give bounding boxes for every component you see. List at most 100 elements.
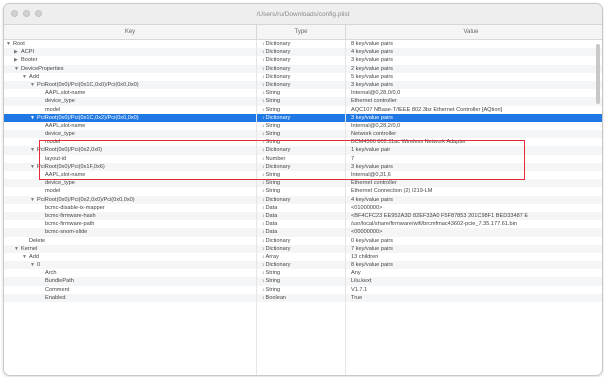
outline-row[interactable]: ▼ Add ↕ Dictionary 5 key/value pairs [4, 73, 602, 81]
outline-row[interactable]: AAPL,slot-name ↕ String Internal@0,28,2/0,… [4, 122, 602, 130]
disclosure-expanded-icon[interactable]: ▼ [14, 245, 21, 253]
row-value-cell[interactable]: <01000000> [351, 204, 591, 212]
row-value-cell[interactable]: 7 [351, 155, 591, 163]
outline-row[interactable]: ▶ ACPI ↕ Dictionary 4 key/value pairs [4, 48, 602, 57]
row-type-cell[interactable]: ↕ Dictionary [262, 163, 344, 171]
outline-row[interactable]: ▼ PciRoot(0x0)/Pci(0x1C,0x0)/Pci(0x0,0x0)… [4, 80, 602, 90]
disclosure-collapsed-icon[interactable]: ▶ [14, 48, 21, 56]
row-type-cell[interactable]: ↕ Data [262, 212, 344, 220]
row-value-cell[interactable]: 5 key/value pairs [351, 73, 591, 81]
disclosure-expanded-icon[interactable]: ▼ [30, 163, 37, 171]
row-type-cell[interactable]: ↕ Dictionary [262, 81, 344, 89]
row-value-cell[interactable]: 7 key/value pairs [351, 245, 591, 253]
outline-row[interactable]: layout-id ↕ Number 7 [4, 155, 602, 163]
row-value-cell[interactable]: <BF4CFC23 EE952A3D 82EF33A0 F5F87853 201… [351, 212, 591, 220]
disclosure-expanded-icon[interactable]: ▼ [22, 253, 29, 261]
row-type-cell[interactable]: ↕ String [262, 97, 344, 105]
type-column-header[interactable]: Type [257, 25, 346, 39]
row-type-cell[interactable]: ↕ String [262, 106, 344, 114]
outline-row[interactable]: ▼ DeviceProperties ↕ Dictionary 2 key/value… [4, 64, 602, 73]
outline-row[interactable]: ▼ PciRoot(0x0)/Pci(0x2,0x0) ↕ Dictionary 1 … [4, 146, 602, 155]
row-type-cell[interactable]: ↕ String [262, 187, 344, 195]
outline-row[interactable]: ▼ PciRoot(0x0)/Pci(0x1C,0x2)/Pci(0x0,0x0)… [4, 113, 602, 122]
row-value-cell[interactable]: 8 key/value pairs [351, 261, 591, 269]
row-value-cell[interactable]: <00000000> [351, 228, 591, 236]
row-type-cell[interactable]: ↕ Dictionary [262, 56, 344, 64]
row-value-cell[interactable]: BCM4360 802.11ac Wireless Network Adapte… [351, 138, 591, 146]
row-value-cell[interactable]: Network controller [351, 130, 591, 138]
row-type-cell[interactable]: ↕ String [262, 130, 344, 138]
row-type-cell[interactable]: ↕ String [262, 277, 344, 285]
outline-row[interactable]: Enabled ↕ Boolean True [4, 293, 602, 302]
disclosure-expanded-icon[interactable]: ▼ [14, 65, 21, 73]
row-value-cell[interactable]: 0 key/value pairs [351, 237, 591, 245]
outline-row[interactable]: ▶ Booter ↕ Dictionary 3 key/value pairs [4, 56, 602, 64]
disclosure-expanded-icon[interactable]: ▼ [30, 261, 37, 269]
row-value-cell[interactable]: 3 key/value pairs [351, 81, 591, 89]
value-column-header[interactable]: Value [346, 25, 596, 39]
disclosure-collapsed-icon[interactable]: ▶ [14, 56, 21, 64]
row-type-cell[interactable]: ↕ String [262, 138, 344, 146]
row-value-cell[interactable]: 2 key/value pairs [351, 65, 591, 73]
row-type-cell[interactable]: ↕ Dictionary [262, 114, 344, 122]
row-type-cell[interactable]: ↕ Dictionary [262, 48, 344, 56]
row-type-cell[interactable]: ↕ Dictionary [262, 237, 344, 245]
row-type-cell[interactable]: ↕ String [262, 171, 344, 179]
row-type-cell[interactable]: ↕ Array [262, 253, 344, 261]
row-value-cell[interactable]: V1.7.1 [351, 286, 591, 294]
row-type-cell[interactable]: ↕ Data [262, 228, 344, 236]
row-type-cell[interactable]: ↕ Data [262, 204, 344, 212]
row-type-cell[interactable]: ↕ Number [262, 155, 344, 163]
outline-row[interactable]: Delete ↕ Dictionary 0 key/value pairs [4, 237, 602, 245]
outline-row[interactable]: ▼ PciRoot(0x0)/Pci(0x1F,0x6) ↕ Dictionary 3… [4, 162, 602, 171]
row-type-cell[interactable]: ↕ String [262, 179, 344, 187]
outline-row[interactable]: Arch ↕ String Any [4, 269, 602, 277]
close-window-button[interactable] [11, 10, 18, 17]
outline-row[interactable]: ▼ Add ↕ Array 13 children [4, 253, 602, 261]
row-type-cell[interactable]: ↕ Data [262, 220, 344, 228]
outline-row[interactable]: BundlePath ↕ String Lilu.kext [4, 277, 602, 286]
row-value-cell[interactable]: Ethernet Connection (2) I219-LM [351, 187, 591, 195]
row-type-cell[interactable]: ↕ Dictionary [262, 196, 344, 204]
minimize-window-button[interactable] [23, 10, 30, 17]
key-column-header[interactable]: Key [4, 25, 257, 39]
disclosure-expanded-icon[interactable]: ▼ [30, 114, 37, 122]
row-value-cell[interactable]: 3 key/value pairs [351, 163, 591, 171]
row-type-cell[interactable]: ↕ Dictionary [262, 146, 344, 154]
row-value-cell[interactable]: 8 key/value pairs [351, 40, 591, 48]
row-value-cell[interactable]: 3 key/value pairs [351, 56, 591, 64]
row-value-cell[interactable]: 3 key/value pairs [351, 114, 591, 122]
row-type-cell[interactable]: ↕ Dictionary [262, 40, 344, 48]
outline-row[interactable]: ▼ Root ↕ Dictionary 8 key/value pairs [4, 40, 602, 48]
outline-row[interactable]: ▼ PciRoot(0x0)/Pci(0x2,0x0)/Pci(0x0,0x0) ↕… [4, 195, 602, 204]
disclosure-expanded-icon[interactable]: ▼ [30, 81, 37, 89]
row-type-cell[interactable]: ↕ Dictionary [262, 261, 344, 269]
row-value-cell[interactable]: 4 key/value pairs [351, 48, 591, 56]
row-type-cell[interactable]: ↕ Boolean [262, 294, 344, 302]
row-type-cell[interactable]: ↕ String [262, 89, 344, 97]
row-value-cell[interactable]: Internal@0,28,0/0,0 [351, 89, 591, 97]
row-value-cell[interactable]: Internal@0,31,6 [351, 171, 591, 179]
row-type-cell[interactable]: ↕ String [262, 122, 344, 130]
disclosure-expanded-icon[interactable]: ▼ [30, 196, 37, 204]
outline-row[interactable]: bcmc-disable-ix-mapper ↕ Data <01000000> [4, 204, 602, 212]
disclosure-expanded-icon[interactable]: ▼ [30, 146, 37, 154]
row-type-cell[interactable]: ↕ Dictionary [262, 73, 344, 81]
outline-row[interactable]: AAPL,slot-name ↕ String Internal@0,28,0/0,… [4, 89, 602, 97]
outline-row[interactable]: bcmc-snom-slide ↕ Data <00000000> [4, 228, 602, 237]
outline-row[interactable]: device_type ↕ String Network controller [4, 130, 602, 139]
row-value-cell[interactable]: /usr/local/share/firmware/wifi/brcmfmac4… [351, 220, 591, 228]
row-value-cell[interactable]: 13 children [351, 253, 591, 261]
row-type-cell[interactable]: ↕ String [262, 269, 344, 277]
row-value-cell[interactable]: Lilu.kext [351, 277, 591, 285]
disclosure-expanded-icon[interactable]: ▼ [6, 40, 13, 48]
outline-row[interactable]: model ↕ String Ethernet Connection (2) I21… [4, 187, 602, 195]
outline-row[interactable]: device_type ↕ String Ethernet controller [4, 179, 602, 188]
row-type-cell[interactable]: ↕ Dictionary [262, 65, 344, 73]
row-value-cell[interactable]: Ethernet controller [351, 97, 591, 105]
outline-row[interactable]: AAPL,slot-name ↕ String Internal@0,31,6 [4, 171, 602, 179]
outline-row[interactable]: device_type ↕ String Ethernet controller [4, 97, 602, 106]
row-type-cell[interactable]: ↕ Dictionary [262, 245, 344, 253]
outline-row[interactable]: ▼ Kernel ↕ Dictionary 7 key/value pairs [4, 244, 602, 253]
row-value-cell[interactable]: Any [351, 269, 591, 277]
